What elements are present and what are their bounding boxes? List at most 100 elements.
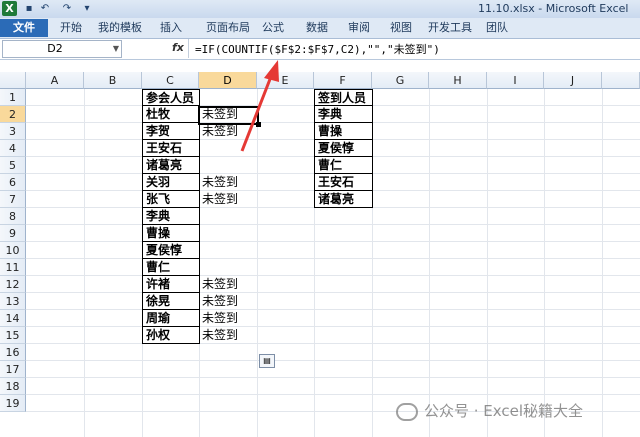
tab-formulas[interactable]: 公式	[262, 20, 284, 36]
column-header-f[interactable]: F	[314, 72, 372, 89]
tab-team[interactable]: 团队	[486, 20, 508, 36]
column-header-c[interactable]: C	[142, 72, 199, 89]
row-header-9[interactable]: 9	[0, 225, 26, 242]
paste-options-icon[interactable]: ▤	[259, 354, 275, 368]
column-header-j[interactable]: J	[544, 72, 602, 89]
fill-handle[interactable]	[256, 122, 261, 127]
cell-f6[interactable]: 王安石	[314, 174, 373, 191]
row-header-15[interactable]: 15	[0, 327, 26, 344]
undo-icon[interactable]: ↶	[38, 2, 52, 15]
column-header-g[interactable]: G	[372, 72, 429, 89]
cell-c15[interactable]: 孙权	[142, 327, 200, 344]
name-box[interactable]: D2 ▼	[2, 40, 122, 58]
column-header-k[interactable]	[602, 72, 640, 89]
tab-view[interactable]: 视图	[390, 20, 412, 36]
cell-f1[interactable]: 签到人员	[314, 89, 373, 106]
cell-c3[interactable]: 李贺	[142, 123, 200, 140]
cell-c5[interactable]: 诸葛亮	[142, 157, 200, 174]
title-bar: X ▪ ↶ ↷ ▾ 11.10.xlsx - Microsoft Excel	[0, 0, 640, 18]
save-icon[interactable]: ▪	[22, 2, 36, 15]
row-header-1[interactable]: 1	[0, 89, 26, 106]
tab-review[interactable]: 审阅	[348, 20, 370, 36]
row-header-16[interactable]: 16	[0, 344, 26, 361]
row-header-5[interactable]: 5	[0, 157, 26, 174]
active-cell-d2[interactable]	[198, 106, 259, 125]
cell-f2[interactable]: 李典	[314, 106, 373, 123]
cell-d4[interactable]	[199, 140, 257, 157]
tab-insert[interactable]: 插入	[160, 20, 182, 36]
chevron-down-icon[interactable]: ▼	[113, 41, 119, 57]
excel-app-icon[interactable]: X	[2, 1, 17, 16]
cell-d5[interactable]	[199, 157, 257, 174]
worksheet-grid[interactable]: A B C D E F G H I J 1 2 3 4 5 6 7 8 9 10 11 12 13 14 1…	[0, 72, 640, 437]
cell-c14[interactable]: 周瑜	[142, 310, 200, 327]
row-header-14[interactable]: 14	[0, 310, 26, 327]
cell-d13[interactable]: 未签到	[199, 293, 257, 310]
select-all-corner[interactable]	[0, 72, 26, 89]
cell-c4[interactable]: 王安石	[142, 140, 200, 157]
cell-c6[interactable]: 关羽	[142, 174, 200, 191]
row-header-12[interactable]: 12	[0, 276, 26, 293]
cell-c11[interactable]: 曹仁	[142, 259, 200, 276]
cell-d7[interactable]: 未签到	[199, 191, 257, 208]
tab-home[interactable]: 开始	[60, 20, 82, 36]
row-header-13[interactable]: 13	[0, 293, 26, 310]
column-header-a[interactable]: A	[26, 72, 84, 89]
insert-function-icon[interactable]: fx	[172, 41, 184, 54]
cell-c7[interactable]: 张飞	[142, 191, 200, 208]
column-header-h[interactable]: H	[429, 72, 487, 89]
name-box-value: D2	[47, 42, 63, 55]
tab-data[interactable]: 数据	[306, 20, 328, 36]
cell-d1[interactable]	[199, 89, 257, 106]
tab-developer[interactable]: 开发工具	[428, 20, 472, 36]
cell-d9[interactable]	[199, 225, 257, 242]
cell-c1[interactable]: 参会人员	[142, 89, 200, 106]
cell-d11[interactable]	[199, 259, 257, 276]
cell-c2[interactable]: 杜牧	[142, 106, 200, 123]
cell-f4[interactable]: 夏侯惇	[314, 140, 373, 157]
row-header-3[interactable]: 3	[0, 123, 26, 140]
tab-my-templates[interactable]: 我的模板	[98, 20, 142, 36]
cell-d15[interactable]: 未签到	[199, 327, 257, 344]
cell-f7[interactable]: 诸葛亮	[314, 191, 373, 208]
cell-d14[interactable]: 未签到	[199, 310, 257, 327]
cell-c9[interactable]: 曹操	[142, 225, 200, 242]
column-header-d[interactable]: D	[199, 72, 257, 89]
customize-icon[interactable]: ▾	[80, 2, 94, 15]
gridline	[26, 292, 640, 293]
gridline	[26, 360, 640, 361]
row-header-11[interactable]: 11	[0, 259, 26, 276]
row-header-4[interactable]: 4	[0, 140, 26, 157]
tab-page-layout[interactable]: 页面布局	[206, 20, 250, 36]
row-header-2[interactable]: 2	[0, 106, 26, 123]
redo-icon[interactable]: ↷	[60, 2, 74, 15]
formula-input[interactable]: =IF(COUNTIF($F$2:$F$7,C2),"","未签到")	[188, 39, 640, 58]
cell-c12[interactable]: 许褚	[142, 276, 200, 293]
row-header-18[interactable]: 18	[0, 378, 26, 395]
cell-c8[interactable]: 李典	[142, 208, 200, 225]
gridline	[26, 224, 640, 225]
cell-d12[interactable]: 未签到	[199, 276, 257, 293]
row-header-10[interactable]: 10	[0, 242, 26, 259]
tab-file[interactable]: 文件	[0, 19, 48, 37]
cell-f3[interactable]: 曹操	[314, 123, 373, 140]
column-header-b[interactable]: B	[84, 72, 142, 89]
gridline	[26, 309, 640, 310]
cell-c10[interactable]: 夏侯惇	[142, 242, 200, 259]
row-header-17[interactable]: 17	[0, 361, 26, 378]
row-header-19[interactable]: 19	[0, 395, 26, 412]
cell-c13[interactable]: 徐晃	[142, 293, 200, 310]
watermark-text: 公众号 · Excel秘籍大全	[424, 402, 584, 420]
cell-d8[interactable]	[199, 208, 257, 225]
column-header-e[interactable]: E	[257, 72, 314, 89]
row-header-7[interactable]: 7	[0, 191, 26, 208]
cell-d10[interactable]	[199, 242, 257, 259]
cell-d3[interactable]: 未签到	[199, 123, 257, 140]
gridline	[26, 241, 640, 242]
column-header-i[interactable]: I	[487, 72, 544, 89]
cell-f5[interactable]: 曹仁	[314, 157, 373, 174]
ribbon-tabs: 文件 开始 我的模板 插入 页面布局 公式 数据 审阅 视图 开发工具 团队	[0, 18, 640, 39]
cell-d6[interactable]: 未签到	[199, 174, 257, 191]
row-header-6[interactable]: 6	[0, 174, 26, 191]
row-header-8[interactable]: 8	[0, 208, 26, 225]
